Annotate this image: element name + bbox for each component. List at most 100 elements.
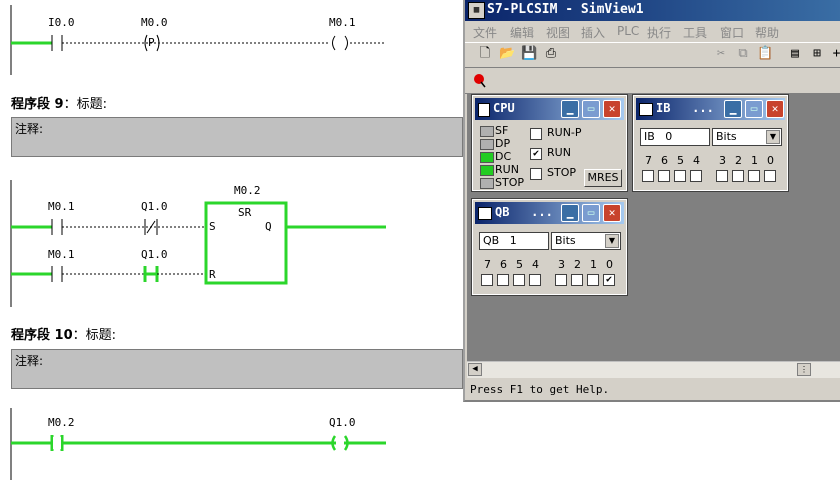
segment-9-comment[interactable]: 注释: — [11, 117, 463, 157]
contact-label-q1-0-b: Q1.0 — [141, 248, 168, 261]
menu-window[interactable]: 窗口 — [720, 24, 744, 41]
close-icon[interactable]: ✕ — [766, 100, 784, 118]
paste-icon[interactable]: 📋 — [757, 46, 773, 62]
qb-bit-label: 5 — [516, 258, 523, 271]
mode-stop-checkbox[interactable] — [530, 168, 542, 180]
tile-icon[interactable]: ⊞ — [809, 46, 825, 62]
mode-run-label: RUN — [547, 146, 571, 159]
menu-tools[interactable]: 工具 — [683, 24, 707, 41]
ib-bit-checkbox[interactable] — [674, 170, 686, 182]
qb-bit-checkbox[interactable]: ✔ — [603, 274, 615, 286]
plcsim-titlebar[interactable]: ▦ S7-PLCSIM - SimView1 — [465, 0, 840, 21]
menu-plc[interactable]: PLC — [617, 24, 639, 38]
segment-10-comment[interactable]: 注释: — [11, 349, 463, 389]
mode-stop-label: STOP — [547, 166, 576, 179]
maximize-icon[interactable]: ▭ — [582, 100, 600, 118]
qb-bit-checkbox[interactable] — [529, 274, 541, 286]
maximize-icon[interactable]: ▭ — [582, 204, 600, 222]
led-dc — [480, 152, 494, 163]
ib-window: IB ... ▁ ▭ ✕ IB 0 Bits ▼ 7 6 5 4 3 2 1 0 — [632, 94, 789, 192]
contact-label-m0-0: M0.0 — [141, 16, 168, 29]
ib-bit-label: 0 — [767, 154, 774, 167]
contact-label-m0-2: M0.2 — [48, 416, 75, 429]
contact-label-q1-0-a: Q1.0 — [141, 200, 168, 213]
menu-file[interactable]: 文件 — [473, 24, 497, 41]
qb-bit-checkbox[interactable] — [481, 274, 493, 286]
qb-bit-checkbox[interactable] — [513, 274, 525, 286]
menu-help[interactable]: 帮助 — [755, 24, 779, 41]
contact-label-m0-1-a: M0.1 — [48, 200, 75, 213]
maximize-icon[interactable]: ▭ — [745, 100, 763, 118]
ib-bit-checkbox[interactable] — [764, 170, 776, 182]
menu-bar: 文件 编辑 视图 插入 PLC 执行 工具 窗口 帮助 — [465, 21, 840, 41]
qb-bit-label: 7 — [484, 258, 491, 271]
ib-bit-checkbox[interactable] — [716, 170, 728, 182]
scroll-thumb[interactable]: ⋮ — [797, 363, 811, 376]
qb-bit-checkbox[interactable] — [497, 274, 509, 286]
segment-9-title: 程序段 9：标题: — [11, 97, 107, 112]
segment-10-title: 程序段 10：标题: — [11, 328, 117, 343]
qb-bit-checkbox[interactable] — [587, 274, 599, 286]
led-label-dc: DC — [495, 150, 512, 163]
qb-address-field[interactable]: QB 1 — [479, 232, 549, 250]
qb-title: QB ... — [495, 205, 553, 219]
menu-execute[interactable]: 执行 — [647, 24, 671, 41]
cpu-window: CPU ▁ ▭ ✕ SF DP DC RUN STOP RUN-P ✔ RUN … — [471, 94, 628, 192]
qb-window-icon — [478, 207, 492, 220]
ib-bit-label: 2 — [735, 154, 742, 167]
minimize-icon[interactable]: ▁ — [724, 100, 742, 118]
save-icon[interactable]: 💾 — [521, 46, 537, 62]
sr-block-address: M0.2 — [234, 184, 261, 197]
ib-titlebar[interactable]: IB ... ▁ ▭ ✕ — [636, 98, 785, 120]
sr-block-name: SR — [238, 206, 252, 219]
copy-icon[interactable]: ⧉ — [735, 46, 751, 62]
minimize-icon[interactable]: ▁ — [561, 100, 579, 118]
ib-format-select[interactable]: Bits ▼ — [712, 128, 782, 146]
ib-bit-checkbox[interactable] — [690, 170, 702, 182]
qb-bit-checkbox[interactable] — [555, 274, 567, 286]
sr-pin-q: Q — [265, 220, 272, 233]
open-icon[interactable]: 📂 — [499, 46, 515, 62]
menu-edit[interactable]: 编辑 — [510, 24, 534, 41]
scroll-left-icon[interactable]: ◀ — [468, 363, 482, 376]
plcsim-app-icon[interactable]: ▦ — [468, 2, 485, 19]
qb-format-select[interactable]: Bits ▼ — [551, 232, 621, 250]
ib-bit-checkbox[interactable] — [732, 170, 744, 182]
menu-insert[interactable]: 插入 — [581, 24, 605, 41]
new-icon[interactable]: 🗋 — [477, 46, 493, 62]
led-label-stop: STOP — [495, 176, 524, 189]
coil-label-q1-0: Q1.0 — [329, 416, 356, 429]
print-icon[interactable]: ⎙ — [543, 46, 559, 62]
cut-icon[interactable]: ✂ — [713, 46, 729, 62]
mode-run-checkbox[interactable]: ✔ — [530, 148, 542, 160]
qb-bit-checkbox[interactable] — [571, 274, 583, 286]
led-stop — [480, 178, 494, 189]
run-marker-icon[interactable] — [471, 71, 489, 89]
cpu-title: CPU — [493, 101, 515, 115]
led-label-sf: SF — [495, 124, 509, 137]
mres-button[interactable]: MRES — [584, 169, 622, 187]
sr-pin-s: S — [209, 220, 216, 233]
ib-bit-checkbox[interactable] — [748, 170, 760, 182]
chevron-down-icon[interactable]: ▼ — [766, 130, 780, 144]
ib-bit-checkbox[interactable] — [658, 170, 670, 182]
close-icon[interactable]: ✕ — [603, 100, 621, 118]
status-text: Press F1 to get Help. — [470, 383, 610, 396]
mode-run-p-checkbox[interactable] — [530, 128, 542, 140]
qb-bit-label: 1 — [590, 258, 597, 271]
ib-bit-label: 4 — [693, 154, 700, 167]
led-label-run: RUN — [495, 163, 519, 176]
qb-titlebar[interactable]: QB ... ▁ ▭ ✕ — [475, 202, 624, 224]
chevron-down-icon[interactable]: ▼ — [605, 234, 619, 248]
menu-view[interactable]: 视图 — [546, 24, 570, 41]
minimize-icon[interactable]: ▁ — [561, 204, 579, 222]
cpu-titlebar[interactable]: CPU ▁ ▭ ✕ — [475, 98, 624, 120]
horizontal-scrollbar[interactable]: ◀ ⋮ — [467, 361, 840, 378]
ib-bit-checkbox[interactable] — [642, 170, 654, 182]
cascade-icon[interactable]: ▤ — [787, 46, 803, 62]
qb-bit-label: 3 — [558, 258, 565, 271]
close-icon[interactable]: ✕ — [603, 204, 621, 222]
pushpin-icon[interactable]: + — [831, 46, 840, 62]
sr-pin-r: R — [209, 268, 216, 281]
ib-address-field[interactable]: IB 0 — [640, 128, 710, 146]
